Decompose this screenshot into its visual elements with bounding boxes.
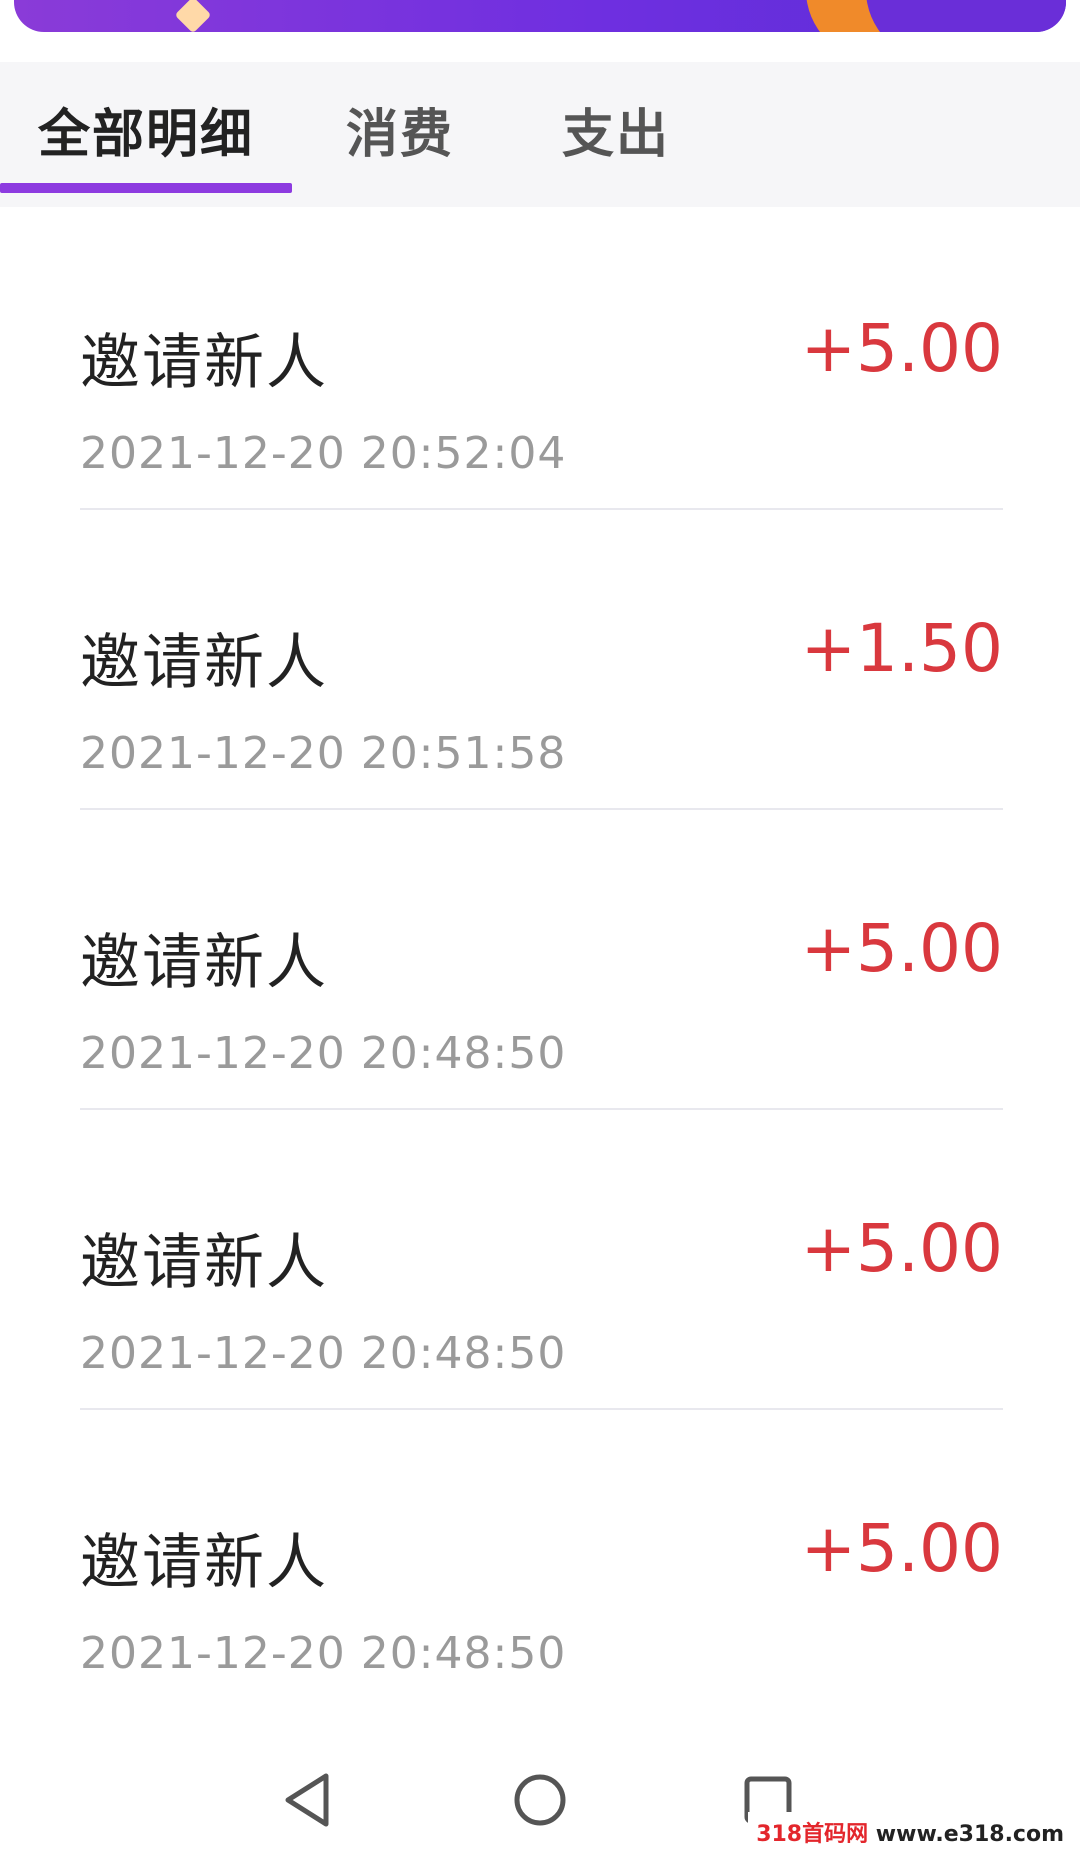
tabs-bar: 全部明细 消费 支出 — [0, 62, 1080, 207]
watermark: 318首码网 www.e318.com — [748, 1812, 1072, 1852]
star-decoration — [174, 0, 212, 32]
tab-expense[interactable]: 支出 — [562, 92, 670, 167]
tab-consume[interactable]: 消费 — [346, 92, 454, 167]
record-amount: +5.00 — [800, 1510, 1003, 1587]
tab-all-details[interactable]: 全部明细 — [38, 92, 254, 167]
list-item[interactable]: 邀请新人 +1.50 2021-12-20 20:51:58 — [80, 510, 1003, 810]
record-time: 2021-12-20 20:48:50 — [80, 1328, 567, 1379]
record-amount: +5.00 — [800, 910, 1003, 987]
list-item[interactable]: 邀请新人 +5.00 2021-12-20 20:48:50 — [80, 1410, 1003, 1710]
record-title: 邀请新人 — [80, 1228, 328, 1298]
record-time: 2021-12-20 20:51:58 — [80, 728, 567, 779]
record-amount: +5.00 — [800, 310, 1003, 387]
top-banner — [14, 0, 1066, 32]
list-item[interactable]: 邀请新人 +5.00 2021-12-20 20:48:50 — [80, 810, 1003, 1110]
circle-home-icon[interactable] — [510, 1770, 570, 1830]
record-title: 邀请新人 — [80, 1528, 328, 1598]
list-item[interactable]: 邀请新人 +5.00 2021-12-20 20:52:04 — [80, 210, 1003, 510]
record-title: 邀请新人 — [80, 328, 328, 398]
triangle-back-icon[interactable] — [278, 1770, 338, 1830]
record-amount: +5.00 — [800, 1210, 1003, 1287]
record-amount: +1.50 — [800, 610, 1003, 687]
record-title: 邀请新人 — [80, 628, 328, 698]
watermark-brand: 318首码网 — [756, 1822, 869, 1847]
record-time: 2021-12-20 20:52:04 — [80, 428, 567, 479]
record-time: 2021-12-20 20:48:50 — [80, 1628, 567, 1679]
banner-decoration-purple — [866, 0, 1066, 32]
list-item[interactable]: 邀请新人 +5.00 2021-12-20 20:48:50 — [80, 1110, 1003, 1410]
record-title: 邀请新人 — [80, 928, 328, 998]
watermark-url: www.e318.com — [875, 1822, 1064, 1847]
active-tab-indicator — [0, 183, 292, 193]
record-time: 2021-12-20 20:48:50 — [80, 1028, 567, 1079]
